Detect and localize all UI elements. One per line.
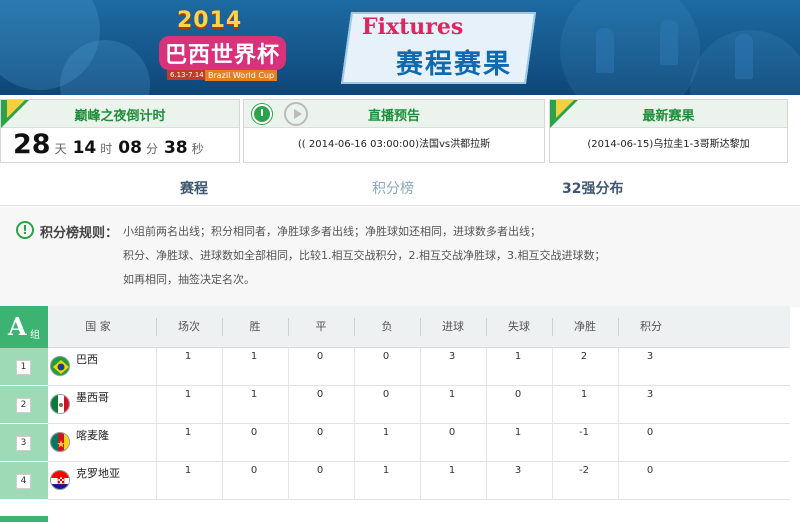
fixtures-title-en: Fixtures — [362, 14, 464, 40]
rules-line: 小组前两名出线；积分相同者，净胜球多者出线；净胜球如还相同，进球数多者出线； — [123, 225, 541, 238]
header-goals-against: 失球 — [508, 320, 530, 333]
header-draw: 平 — [315, 320, 327, 333]
played-value: 1 — [184, 465, 192, 476]
goal-diff-value: 2 — [580, 351, 588, 362]
seconds-unit: 秒 — [191, 142, 204, 156]
latest-result-panel: 最新赛果 (2014-06-15)乌拉圭1-3哥斯达黎加 — [549, 99, 788, 163]
latest-result-title: 最新赛果 — [642, 109, 695, 124]
rank-badge: 2 — [16, 398, 31, 413]
countdown-hours: 14 — [72, 138, 97, 158]
hours-unit: 时 — [100, 142, 113, 156]
standings-rules: ! 积分榜规则： 小组前两名出线；积分相同者，净胜球多者出线；净胜球如还相同，进… — [0, 207, 800, 307]
croatia-flag-icon — [50, 470, 70, 490]
win-value: 0 — [250, 465, 258, 476]
header-banner: 2014 巴西世界杯 6.13-7.14 Brazil World Cup Fi… — [0, 0, 800, 95]
rank-badge: 3 — [16, 436, 31, 451]
world-cup-logo[interactable]: 2014 巴西世界杯 6.13-7.14 Brazil World Cup — [155, 6, 295, 90]
table-header: 国 家 场次 胜 平 负 进球 失球 净胜 积分 — [48, 306, 790, 348]
header-win: 胜 — [249, 320, 261, 333]
rules-title: 积分榜规则： — [40, 226, 119, 241]
goals-against-value: 1 — [514, 427, 522, 438]
points-value: 3 — [646, 351, 654, 362]
header-loss: 负 — [381, 320, 393, 333]
table-row[interactable]: 1 巴西 1 1 0 0 3 1 2 3 — [0, 348, 790, 386]
tab-bar: 赛程 积分榜 32强分布 — [0, 168, 800, 206]
countdown-timer: 28 天 14 时 08 分 38 秒 — [13, 128, 210, 162]
logo-year: 2014 — [177, 8, 243, 33]
logo-date: 6.13-7.14 — [167, 70, 207, 80]
tab-round-of-32[interactable]: 32强分布 — [562, 178, 623, 198]
goals-for-value: 0 — [448, 427, 456, 438]
rules-line: 积分、净胜球、进球数如全部相同，比较1.相互交战积分，2.相互交战净胜球，3.相… — [123, 249, 606, 262]
points-value: 0 — [646, 427, 654, 438]
goals-for-value: 3 — [448, 351, 456, 362]
rank-badge: 4 — [16, 474, 31, 489]
goals-against-value: 3 — [514, 465, 522, 476]
countdown-minutes: 08 — [118, 138, 142, 158]
live-preview-link[interactable]: (( 2014-06-16 03:00:00)法国vs洪都拉斯 — [298, 139, 490, 150]
goals-against-value: 0 — [514, 389, 522, 400]
table-row[interactable]: 4 克罗地亚 1 0 0 1 1 3 -2 0 — [0, 462, 790, 500]
brazil-flag-icon — [50, 356, 70, 376]
draw-value: 0 — [316, 351, 324, 362]
next-group-edge — [0, 516, 48, 522]
played-value: 1 — [184, 351, 192, 362]
cameroon-flag-icon — [50, 432, 70, 452]
table-row[interactable]: 2 墨西哥 1 1 0 0 1 0 1 3 — [0, 386, 790, 424]
logo-subtitle: Brazil World Cup — [205, 70, 278, 81]
draw-value: 0 — [316, 427, 324, 438]
goals-against-value: 1 — [514, 351, 522, 362]
days-unit: 天 — [54, 142, 67, 156]
tab-schedule[interactable]: 赛程 — [180, 178, 208, 198]
team-name[interactable]: 巴西 — [76, 351, 98, 367]
loss-value: 0 — [382, 389, 390, 400]
goals-for-value: 1 — [448, 465, 456, 476]
table-row[interactable]: 3 喀麦隆 1 0 0 1 0 1 -1 0 — [0, 424, 790, 462]
header-goal-diff: 净胜 — [574, 320, 596, 333]
loss-value: 1 — [382, 427, 390, 438]
countdown-title: 巅峰之夜倒计时 — [74, 109, 166, 124]
header-points: 积分 — [640, 320, 662, 333]
goal-diff-value: -2 — [579, 465, 589, 476]
header-played: 场次 — [178, 320, 200, 333]
draw-value: 0 — [316, 389, 324, 400]
team-name[interactable]: 克罗地亚 — [76, 465, 120, 481]
exclamation-icon: ! — [16, 221, 34, 239]
mexico-flag-icon — [50, 394, 70, 414]
played-value: 1 — [184, 389, 192, 400]
win-value: 0 — [250, 427, 258, 438]
countdown-panel: 巅峰之夜倒计时 28 天 14 时 08 分 38 秒 — [0, 99, 240, 163]
fixtures-title-cn: 赛程赛果 — [396, 49, 512, 80]
played-value: 1 — [184, 427, 192, 438]
group-label: A 组 — [0, 306, 48, 348]
team-name[interactable]: 墨西哥 — [76, 389, 109, 405]
win-value: 1 — [250, 351, 258, 362]
minutes-unit: 分 — [145, 142, 158, 156]
goals-for-value: 1 — [448, 389, 456, 400]
draw-value: 0 — [316, 465, 324, 476]
goal-diff-value: -1 — [579, 427, 589, 438]
goal-diff-value: 1 — [580, 389, 588, 400]
header-goals-for: 进球 — [442, 320, 464, 333]
group-letter: A — [8, 312, 27, 341]
countdown-days: 28 — [13, 129, 51, 160]
live-preview-panel: 直播预告 (( 2014-06-16 03:00:00)法国vs洪都拉斯 — [243, 99, 545, 163]
rank-badge: 1 — [16, 360, 31, 375]
latest-result-link[interactable]: (2014-06-15)乌拉圭1-3哥斯达黎加 — [587, 139, 749, 150]
loss-value: 1 — [382, 465, 390, 476]
header-country: 国 家 — [85, 320, 111, 333]
group-suffix: 组 — [30, 330, 40, 341]
team-name[interactable]: 喀麦隆 — [76, 427, 109, 443]
points-value: 3 — [646, 389, 654, 400]
loss-value: 0 — [382, 351, 390, 362]
win-value: 1 — [250, 389, 258, 400]
countdown-seconds: 38 — [163, 138, 188, 158]
rules-line: 如再相同，抽签决定名次。 — [123, 273, 255, 286]
logo-title: 巴西世界杯 — [159, 36, 287, 70]
live-preview-title: 直播预告 — [367, 109, 420, 124]
tab-standings[interactable]: 积分榜 — [372, 178, 414, 198]
points-value: 0 — [646, 465, 654, 476]
